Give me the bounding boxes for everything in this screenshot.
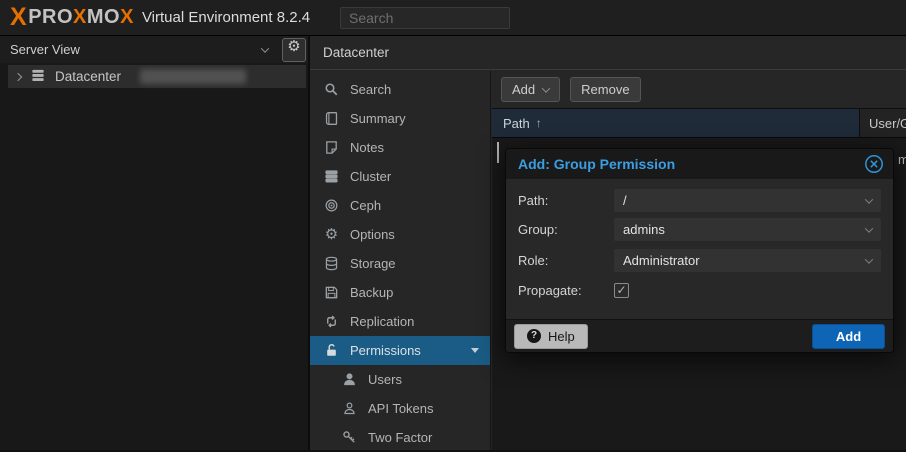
role-label: Role: [518, 253, 614, 268]
chevron-down-icon [261, 44, 269, 52]
path-label: Path: [518, 193, 614, 208]
top-bar: XPROXMOX Virtual Environment 8.2.4 [0, 0, 906, 36]
menu-item-users[interactable]: Users [310, 365, 490, 394]
path-select[interactable]: / [614, 189, 881, 212]
menu-item-backup[interactable]: Backup [310, 278, 490, 307]
unlock-icon [323, 343, 340, 358]
database-icon [323, 256, 340, 271]
key-icon [341, 430, 358, 445]
table-header: Path ↑ User/G [492, 108, 906, 138]
tree-item-datacenter[interactable]: Datacenter [8, 65, 306, 88]
menu-item-storage[interactable]: Storage [310, 249, 490, 278]
menu-item-two-factor[interactable]: Two Factor [310, 423, 490, 452]
propagate-row: Propagate: ✓ [518, 282, 881, 298]
datacenter-icon [30, 68, 46, 86]
sort-asc-icon: ↑ [536, 116, 542, 130]
logo-x-icon: X [10, 3, 27, 32]
gear-icon: ⚙ [323, 227, 340, 242]
user-outline-icon [341, 401, 358, 416]
dialog-title: Add: Group Permission [518, 156, 675, 172]
question-icon: ? [527, 329, 541, 343]
search-icon [323, 82, 340, 97]
dialog-titlebar[interactable]: Add: Group Permission [506, 149, 893, 179]
propagate-label: Propagate: [518, 283, 614, 298]
floppy-icon [323, 285, 340, 300]
menu-item-search[interactable]: Search [310, 75, 490, 104]
row-focus-indicator [497, 142, 499, 163]
menu-item-permissions[interactable]: Permissions [310, 336, 490, 365]
dialog-footer: ? Help Add [506, 319, 893, 352]
proxmox-logo: XPROXMOX [10, 3, 134, 32]
tree-expander-icon[interactable] [14, 72, 22, 80]
sync-icon [323, 314, 340, 329]
propagate-checkbox[interactable]: ✓ [614, 283, 629, 298]
ceph-icon [323, 198, 340, 213]
chevron-down-icon [865, 224, 873, 232]
group-label: Group: [518, 222, 614, 237]
path-row: Path: / [518, 189, 881, 212]
sidebar-settings-button[interactable]: ⚙ [282, 38, 306, 62]
chevron-down-icon [865, 255, 873, 263]
permissions-toolbar: Add Remove [492, 71, 906, 108]
menu-item-replication[interactable]: Replication [310, 307, 490, 336]
role-select[interactable]: Administrator [614, 249, 881, 272]
user-icon [341, 372, 358, 387]
column-header-user-group[interactable]: User/G [869, 109, 906, 137]
table-cell-partial: m [898, 152, 906, 167]
group-row: Group: admins [518, 218, 881, 241]
group-select[interactable]: admins [614, 218, 881, 241]
menu-item-notes[interactable]: Notes [310, 133, 490, 162]
role-row: Role: Administrator [518, 249, 881, 272]
note-icon [323, 140, 340, 155]
add-group-permission-dialog: Add: Group Permission Path: / Group: adm… [505, 148, 894, 353]
menu-item-ceph[interactable]: Ceph [310, 191, 490, 220]
view-selector-label: Server View [10, 42, 80, 57]
datacenter-menu: Search Summary Notes Cluster Cep [310, 71, 491, 450]
help-button[interactable]: ? Help [514, 324, 588, 349]
proxmox-app: XPROXMOX Virtual Environment 8.2.4 Serve… [0, 0, 906, 450]
global-search-input[interactable] [340, 7, 510, 29]
tree-item-label: Datacenter [55, 69, 121, 84]
column-header-path[interactable]: Path ↑ [492, 109, 860, 137]
close-icon[interactable] [864, 154, 884, 174]
menu-item-summary[interactable]: Summary [310, 104, 490, 133]
view-selector-bar: Server View ⚙ [0, 36, 308, 63]
view-selector-combo[interactable]: Server View [0, 36, 278, 63]
remove-button[interactable]: Remove [570, 77, 640, 102]
version-label: Virtual Environment 8.2.4 [142, 9, 310, 26]
chevron-down-icon [865, 195, 873, 203]
redacted-text [140, 69, 246, 84]
book-icon [323, 111, 340, 126]
page-title: Datacenter [310, 36, 906, 70]
resource-sidebar: Server View ⚙ Datacenter [0, 36, 310, 450]
dialog-body: Path: / Group: admins Role: Administrato… [506, 179, 893, 319]
menu-item-cluster[interactable]: Cluster [310, 162, 490, 191]
server-stack-icon [323, 169, 340, 184]
chevron-down-icon [542, 84, 550, 92]
menu-item-options[interactable]: ⚙ Options [310, 220, 490, 249]
menu-item-api-tokens[interactable]: API Tokens [310, 394, 490, 423]
collapse-caret-icon[interactable] [471, 348, 479, 353]
dialog-add-button[interactable]: Add [812, 324, 885, 349]
add-dropdown-button[interactable]: Add [501, 77, 560, 102]
